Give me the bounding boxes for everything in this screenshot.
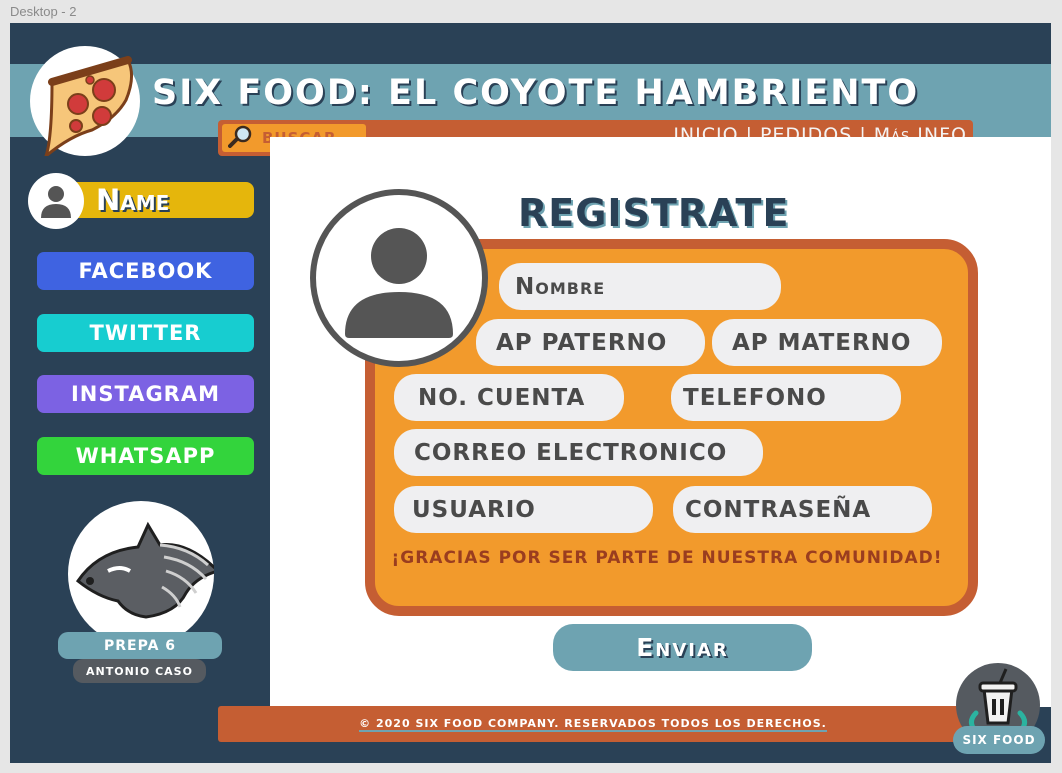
telefono-field[interactable]: TELEFONO [671, 374, 901, 421]
correo-field[interactable]: CORREO ELECTRONICO [394, 429, 763, 476]
page-frame: SIX FOOD: EL COYOTE HAMBRIENTO BUSCAR IN… [10, 23, 1051, 763]
instagram-button[interactable]: INSTAGRAM [37, 375, 254, 413]
user-avatar-icon [28, 173, 84, 229]
canvas-label: Desktop - 2 [10, 4, 77, 19]
facebook-button[interactable]: FACEBOOK [37, 252, 254, 290]
thanks-message: ¡GRACIAS POR SER PARTE DE NUESTRA COMUNI… [391, 548, 943, 568]
school-name: PREPA 6 [58, 632, 222, 659]
school-subtitle: ANTONIO CASO [73, 659, 206, 683]
footer: © 2020 SIX FOOD COMPANY. RESERVADOS TODO… [218, 706, 968, 742]
whatsapp-button[interactable]: WHATSAPP [37, 437, 254, 475]
wolf-mascot-icon [68, 501, 221, 647]
sidebar: Name FACEBOOK TWITTER INSTAGRAM WHATSAPP… [10, 137, 270, 712]
contrasena-field[interactable]: CONTRASEÑA [673, 486, 932, 533]
ap-materno-field[interactable]: AP MATERNO [712, 319, 942, 366]
user-name: Name [96, 183, 170, 217]
usuario-field[interactable]: USUARIO [394, 486, 653, 533]
nombre-field[interactable]: Nombre [499, 263, 781, 310]
footer-copyright: © 2020 SIX FOOD COMPANY. RESERVADOS TODO… [359, 717, 827, 732]
submit-button[interactable]: Enviar [553, 624, 812, 671]
site-title: SIX FOOD: EL COYOTE HAMBRIENTO [152, 73, 920, 113]
profile-avatar-icon [310, 189, 488, 367]
twitter-button[interactable]: TWITTER [37, 314, 254, 352]
no-cuenta-field[interactable]: NO. CUENTA [394, 374, 624, 421]
register-title: REGISTRATE [518, 191, 790, 235]
ap-paterno-field[interactable]: AP PATERNO [476, 319, 705, 366]
brand-label: SIX FOOD [953, 726, 1045, 754]
